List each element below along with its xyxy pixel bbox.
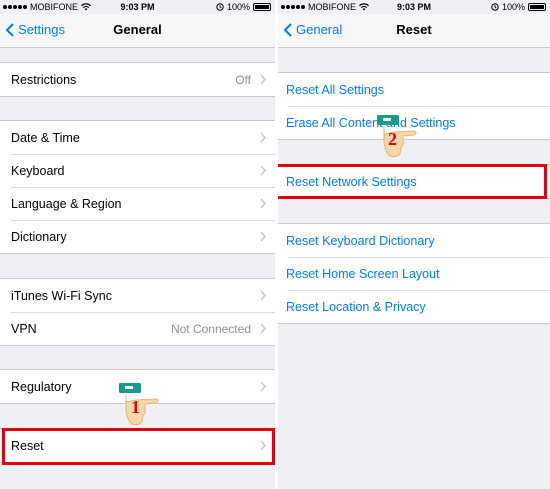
- chevron-right-icon: [260, 381, 266, 392]
- reset-keyboard-dictionary-button[interactable]: Reset Keyboard Dictionary: [278, 224, 550, 257]
- step-marker: 1: [131, 397, 140, 417]
- reset-settings-screen: MOBIFONE 9:03 PM 100% General Reset Rese…: [278, 0, 550, 489]
- list-item-dictionary[interactable]: Dictionary: [0, 220, 275, 253]
- chevron-right-icon: [260, 165, 266, 176]
- chevron-right-icon: [260, 231, 266, 242]
- other-resets-group: Reset Keyboard Dictionary Reset Home Scr…: [278, 223, 550, 324]
- battery-icon: [528, 3, 546, 11]
- battery-percent: 100%: [226, 2, 250, 12]
- list-item-itunes-wifi-sync[interactable]: iTunes Wi-Fi Sync: [0, 279, 275, 312]
- row-value: Off: [235, 72, 251, 87]
- row-label: Dictionary: [11, 229, 67, 244]
- list-item-restrictions[interactable]: Restrictions Off: [0, 63, 275, 96]
- reset-location-privacy-button[interactable]: Reset Location & Privacy: [278, 290, 550, 323]
- row-label: Restrictions: [11, 72, 77, 87]
- navigation-bar: General Reset: [278, 14, 550, 48]
- date-keyboard-group: Date & Time Keyboard Language & Region D…: [0, 120, 275, 254]
- list-item-vpn[interactable]: VPN Not Connected: [0, 312, 275, 345]
- network-group: Reset Network Settings: [278, 164, 550, 199]
- status-bar: MOBIFONE 9:03 PM 100%: [278, 0, 550, 14]
- chevron-right-icon: [260, 290, 266, 301]
- row-label: VPN: [11, 321, 37, 336]
- row-label: Reset Network Settings: [286, 174, 417, 189]
- reset-all-settings-button[interactable]: Reset All Settings: [278, 73, 550, 106]
- row-label: Reset: [11, 438, 44, 453]
- step-marker: 2: [388, 129, 397, 149]
- reset-home-screen-layout-button[interactable]: Reset Home Screen Layout: [278, 257, 550, 290]
- row-label: Language & Region: [11, 196, 122, 211]
- reset-network-settings-button[interactable]: Reset Network Settings: [278, 165, 550, 198]
- navigation-bar: Settings General: [0, 14, 275, 48]
- pointing-hand-icon: 1: [119, 383, 159, 426]
- row-value: Not Connected: [170, 321, 251, 336]
- reset-group: Reset: [0, 428, 275, 463]
- alarm-icon: [216, 3, 224, 11]
- alarm-icon: [491, 3, 499, 11]
- battery-percent: 100%: [501, 2, 525, 12]
- row-label: Reset Home Screen Layout: [286, 266, 440, 281]
- list-item-language-region[interactable]: Language & Region: [0, 187, 275, 220]
- restrictions-group: Restrictions Off: [0, 62, 275, 97]
- chevron-right-icon: [260, 440, 266, 451]
- row-label: Regulatory: [11, 379, 72, 394]
- row-label: Date & Time: [11, 130, 80, 145]
- list-item-keyboard[interactable]: Keyboard: [0, 154, 275, 187]
- row-label: iTunes Wi-Fi Sync: [11, 288, 112, 303]
- row-label: Reset Location & Privacy: [286, 299, 426, 314]
- general-settings-screen: MOBIFONE 9:03 PM 100% Settings General R…: [0, 0, 275, 489]
- row-label: Reset Keyboard Dictionary: [286, 233, 435, 248]
- row-label: Reset All Settings: [286, 82, 384, 97]
- list-item-reset[interactable]: Reset: [0, 429, 275, 462]
- back-button[interactable]: General: [284, 22, 342, 37]
- back-button[interactable]: Settings: [6, 22, 65, 37]
- chevron-right-icon: [260, 132, 266, 143]
- sync-vpn-group: iTunes Wi-Fi Sync VPN Not Connected: [0, 278, 275, 346]
- list-item-date-time[interactable]: Date & Time: [0, 121, 275, 154]
- row-label: Keyboard: [11, 163, 65, 178]
- chevron-right-icon: [260, 323, 266, 334]
- chevron-right-icon: [260, 198, 266, 209]
- back-label: General: [296, 22, 343, 37]
- chevron-right-icon: [260, 74, 266, 85]
- chevron-left-icon: [284, 22, 292, 37]
- status-bar: MOBIFONE 9:03 PM 100%: [0, 0, 275, 14]
- pointing-hand-icon: 2: [377, 115, 417, 158]
- battery-icon: [253, 3, 271, 11]
- back-label: Settings: [18, 22, 65, 37]
- chevron-left-icon: [6, 22, 14, 37]
